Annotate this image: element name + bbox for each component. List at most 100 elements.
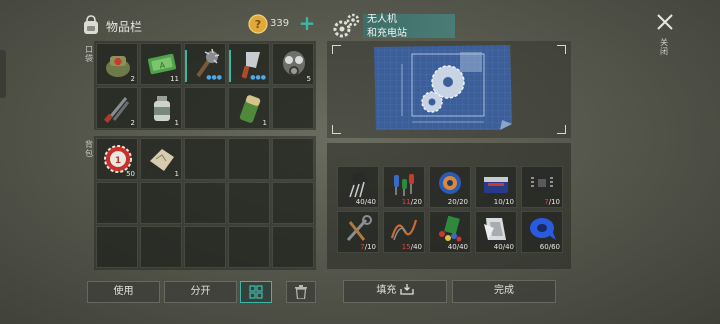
material-slot[interactable]: 20/20 [429,166,471,208]
material-slot[interactable]: 11/20 [383,166,425,208]
sort-grid-button[interactable] [240,281,272,303]
battery-icon [239,95,261,123]
material-qty: 40/40 [493,243,514,251]
gears-icon [333,13,360,38]
bag-slot-empty[interactable] [140,182,182,224]
trash-icon [295,285,307,300]
map-scrap-icon [150,149,174,171]
done-button[interactable]: 完成 [452,280,556,303]
split-button[interactable]: 分开 [164,281,237,303]
bag-slot-empty[interactable] [96,226,138,268]
trash-button[interactable] [286,281,316,303]
material-slot[interactable]: 40/40 [337,166,379,208]
slot-qty: 1 [262,119,267,127]
copper-wire-icon [390,219,418,241]
svg-text:1: 1 [115,156,121,166]
svg-text:?: ? [255,18,261,31]
blueprint-title-line2: 和充电站 [367,28,407,39]
close-label: 关闭 [660,38,668,56]
material-slot[interactable]: 60/60 [521,211,563,253]
material-slot[interactable]: 10/10 [475,166,517,208]
bag-slot-empty[interactable] [228,226,270,268]
frame-corner [332,45,341,54]
blueprint-title-line1: 无人机 [367,14,397,25]
material-slot[interactable]: 40/40 [475,211,517,253]
fill-button-label: 填充 [376,285,397,296]
bag-slot-empty[interactable] [272,138,314,180]
material-qty: 10/10 [493,198,514,206]
pocket-slot[interactable]: ●●● [184,43,226,85]
pliers-icon [103,97,130,123]
material-slot[interactable]: 7/10 [521,166,563,208]
inventory-title: 物品栏 [106,20,143,34]
slot-qty: 50 [126,170,135,178]
electronic-parts-icon [394,174,414,196]
pocket-slot[interactable]: ●●● [228,43,270,85]
coin-icon: ? [248,14,268,34]
materials-panel: 40/40 11/20 20/20 10/10 7/10 7/10 15/40 … [327,143,571,269]
material-slot[interactable]: 15/40 [383,211,425,253]
blue-tape-icon [530,218,556,240]
pocket-slot[interactable]: A 11 [140,43,182,85]
close-icon[interactable] [655,12,675,32]
slot-qty: 2 [130,119,135,127]
durability-bar [185,50,187,82]
bag-slot-empty[interactable] [272,226,314,268]
slot-qty: 2 [130,75,135,83]
fill-button[interactable]: 填充 [343,280,447,303]
blueprint-title: 无人机 和充电站 [363,14,455,39]
material-qty: 60/60 [539,243,560,251]
medkit-bag-icon [106,56,130,77]
bag-slot-empty[interactable] [184,182,226,224]
pocket-slot[interactable]: 2 [96,43,138,85]
bag-slot-empty[interactable] [140,226,182,268]
battery-pack-icon [484,177,508,193]
material-qty: 40/40 [355,198,376,206]
bag-label: 背包 [85,140,93,158]
bag-slot[interactable]: 1 [140,138,182,180]
tools-icon [346,215,372,242]
pocket-slot[interactable]: 5 [272,43,314,85]
bag-slot-empty[interactable] [228,182,270,224]
use-button[interactable]: 使用 [87,281,160,303]
pocket-panel: 2 A 11 ●●● ●●● 5 2 1 1 [94,41,316,130]
frame-corner [557,125,566,134]
material-slot[interactable]: 40/40 [429,211,471,253]
wire-spool-icon [439,172,461,194]
pocket-label: 口袋 [85,45,93,63]
frame-corner [557,45,566,54]
bag-slot[interactable]: 1 50 [96,138,138,180]
transistor-icon [349,170,368,198]
pocket-slot[interactable]: 1 [228,87,270,129]
material-qty: 11/20 [401,198,422,206]
side-edge-tab[interactable] [0,50,6,98]
slot-dots: ●●● [206,74,222,81]
slot-qty: 5 [306,75,311,83]
pocket-slot[interactable]: 2 [96,87,138,129]
bag-slot-empty[interactable] [272,182,314,224]
metal-sheet-icon [484,218,506,240]
bag-slot-empty[interactable] [184,226,226,268]
pocket-slot-empty[interactable] [184,87,226,129]
pocket-slot[interactable]: 1 [140,87,182,129]
material-qty: 15/40 [401,243,422,251]
slot-qty: 11 [170,75,179,83]
blueprint-drawing [374,45,512,130]
durability-bar [229,50,231,82]
coin-count: 339 [270,18,290,29]
material-qty: 7/10 [544,198,560,206]
bag-panel: 1 50 1 [94,136,316,270]
bag-slot-empty[interactable] [184,138,226,180]
backpack-icon [84,15,98,34]
slot-dots: ●●● [250,74,266,81]
material-slot[interactable]: 7/10 [337,211,379,253]
gas-mask-icon [283,51,305,76]
slot-qty: 1 [174,170,179,178]
slot-qty: 1 [174,119,179,127]
material-qty: 40/40 [447,243,468,251]
fill-tray-icon [399,284,414,295]
bag-slot-empty[interactable] [96,182,138,224]
add-coins-button[interactable]: + [298,13,316,33]
bag-slot-empty[interactable] [228,138,270,180]
pocket-slot-empty[interactable] [272,87,314,129]
